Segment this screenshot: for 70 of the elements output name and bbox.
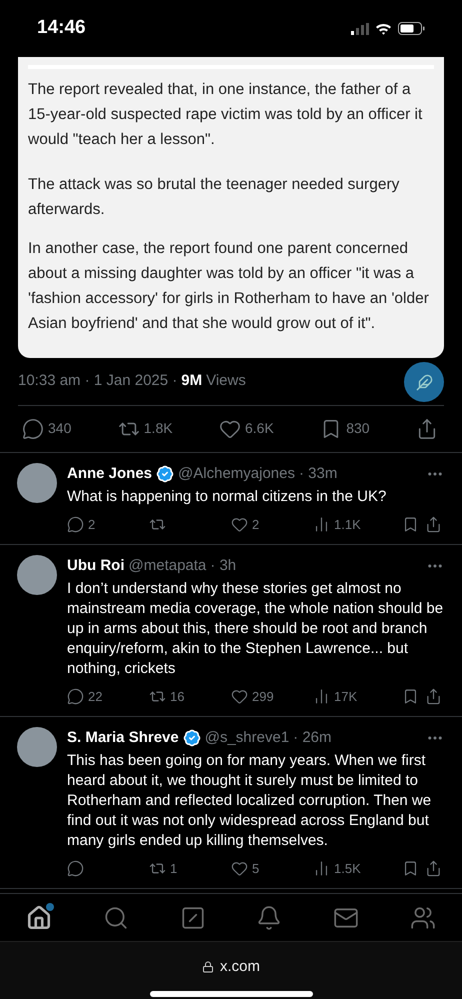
reply-icon [22, 418, 44, 440]
reply-text: This has been going on for many years. When we first heard about it, we thought it surely must be limited to Rotherham and reflected localized corruption. Then we find out it was not only widespread across England but many girls ended up killing themselves. [67, 751, 432, 851]
share-icon [425, 688, 442, 706]
communities-tab[interactable] [410, 904, 436, 930]
user-handle[interactable]: @Alchemyajones [178, 462, 295, 485]
post-time: · 33m [298, 464, 338, 484]
bell-icon [256, 904, 282, 930]
views-label: Views [206, 371, 246, 391]
wifi-icon [375, 22, 392, 34]
grok-tab[interactable] [180, 904, 206, 930]
home-tab[interactable] [26, 904, 52, 930]
reply-text: I don’t understand why these stories get almost no mainstream media coverage, the whole nation should be up in arms about this, there should be root and branch enquiry/reform, akin to the Stephen Lawrence... but nothing, crickets [67, 579, 444, 679]
bar-chart-icon [313, 688, 330, 706]
reply-icon [67, 516, 84, 534]
search-icon [102, 904, 129, 930]
share-action[interactable] [425, 516, 442, 534]
reply-action[interactable]: 340 [22, 418, 72, 440]
user-handle[interactable]: @s_shreve1 [204, 726, 290, 749]
like-action[interactable]: 299 [231, 687, 274, 706]
notifications-tab[interactable] [256, 904, 282, 930]
reply-action[interactable] [67, 860, 84, 878]
reply-action[interactable]: 22 [67, 687, 102, 706]
repost-action[interactable]: 1.8K [118, 418, 173, 440]
heart-icon [231, 516, 248, 534]
heart-icon [231, 688, 248, 706]
avatar[interactable] [17, 726, 57, 766]
signal-icon [351, 22, 369, 34]
bar-chart-icon [313, 516, 330, 534]
search-tab[interactable] [102, 904, 129, 930]
url-text[interactable]: x.com [220, 956, 260, 978]
article-paragraph: The report revealed that, in one instance, the father of a 15-year-old suspected rape victim was told by an officer it would "teach her a lesson". [28, 80, 424, 150]
feather-icon [416, 374, 432, 390]
slash-square-icon [180, 904, 206, 930]
avatar[interactable] [17, 462, 57, 502]
reply-action[interactable]: 2 [67, 515, 96, 534]
views-action[interactable]: 1.1K [313, 515, 361, 534]
user-name[interactable]: S. Maria Shreve [67, 726, 179, 749]
bar-chart-icon [313, 860, 330, 878]
article-paragraph: In another case, the report found one parent concerned about a missing daughter was told by an officer "it was a 'fashion accessory' for girls in Rotherham to have an 'older Asian boyfriend' and that she would grow out of it". [28, 239, 430, 334]
share-action[interactable] [425, 860, 442, 878]
article-paragraph: The attack was so brutal the teenager needed surgery afterwards. [28, 175, 400, 220]
reply-icon [67, 860, 84, 878]
share-action[interactable] [425, 688, 442, 706]
status-time: 14:46 [37, 16, 86, 40]
home-icon [26, 904, 52, 930]
bookmark-action[interactable]: 830 [320, 418, 370, 440]
views-action[interactable]: 1.5K [313, 859, 361, 878]
like-action[interactable]: 6.6K [218, 418, 274, 440]
user-name[interactable]: Ubu Roi [67, 554, 124, 577]
reply-text: What is happening to normal citizens in the UK? [67, 487, 388, 507]
post-time: · 26m [293, 728, 332, 748]
share-icon [425, 516, 442, 534]
compose-fab[interactable] [404, 362, 444, 402]
repost-action[interactable]: 1 [149, 859, 178, 878]
user-name[interactable]: Anne Jones [67, 462, 152, 485]
reply-icon [67, 688, 84, 706]
avatar[interactable] [17, 554, 57, 594]
post-time: · 3h [210, 556, 236, 576]
like-action[interactable]: 5 [231, 859, 260, 878]
view-count: 9M [181, 371, 202, 391]
share-icon [425, 860, 442, 878]
heart-icon [231, 860, 248, 878]
lock-icon [202, 961, 214, 974]
views-action[interactable]: 17K [313, 687, 358, 706]
people-icon [410, 904, 436, 930]
user-handle[interactable]: @metapata [128, 554, 206, 577]
repost-action[interactable]: 16 [149, 687, 184, 706]
like-action[interactable]: 2 [231, 515, 260, 534]
post-timestamp: 10:33 am · 1 Jan 2025 · [18, 371, 178, 391]
battery-icon [398, 22, 425, 35]
